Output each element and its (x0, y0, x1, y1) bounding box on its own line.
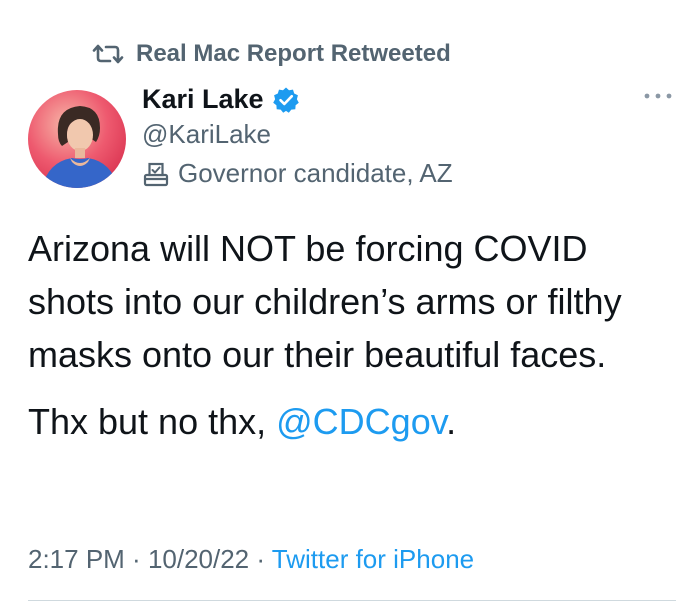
more-options-button[interactable] (640, 86, 676, 106)
divider (28, 600, 676, 601)
account-label[interactable]: Governor candidate, AZ (142, 158, 453, 189)
tweet-source-link[interactable]: Twitter for iPhone (272, 544, 474, 574)
author-name-row[interactable]: Kari Lake (142, 84, 300, 115)
tweet-text-prefix: Thx but no thx, (28, 401, 277, 442)
retweet-label: Real Mac Report Retweeted (136, 40, 451, 67)
tweet-paragraph: Thx but no thx, @CDCgov. (28, 395, 678, 448)
tweet-text: Arizona will NOT be forcing COVID shots … (28, 222, 678, 448)
meta-separator: · (249, 544, 272, 574)
account-label-text: Governor candidate, AZ (178, 158, 453, 188)
mention-link[interactable]: @CDCgov (276, 401, 446, 442)
author-name[interactable]: Kari Lake (142, 84, 264, 115)
tweet-paragraph: Arizona will NOT be forcing COVID shots … (28, 228, 622, 375)
avatar[interactable] (28, 90, 126, 188)
tweet-time[interactable]: 2:17 PM (28, 544, 125, 574)
tweet-text-suffix: . (446, 401, 457, 442)
retweet-context[interactable]: Real Mac Report Retweeted (92, 40, 451, 68)
more-icon (644, 93, 672, 99)
tweet-date[interactable]: 10/20/22 (148, 544, 249, 574)
author-handle[interactable]: @KariLake (142, 119, 271, 150)
tweet-meta: 2:17 PM · 10/20/22 · Twitter for iPhone (28, 544, 474, 575)
ballot-box-icon (142, 160, 170, 188)
meta-separator: · (124, 544, 148, 574)
verified-badge-icon (272, 86, 300, 114)
retweet-icon (92, 42, 124, 66)
